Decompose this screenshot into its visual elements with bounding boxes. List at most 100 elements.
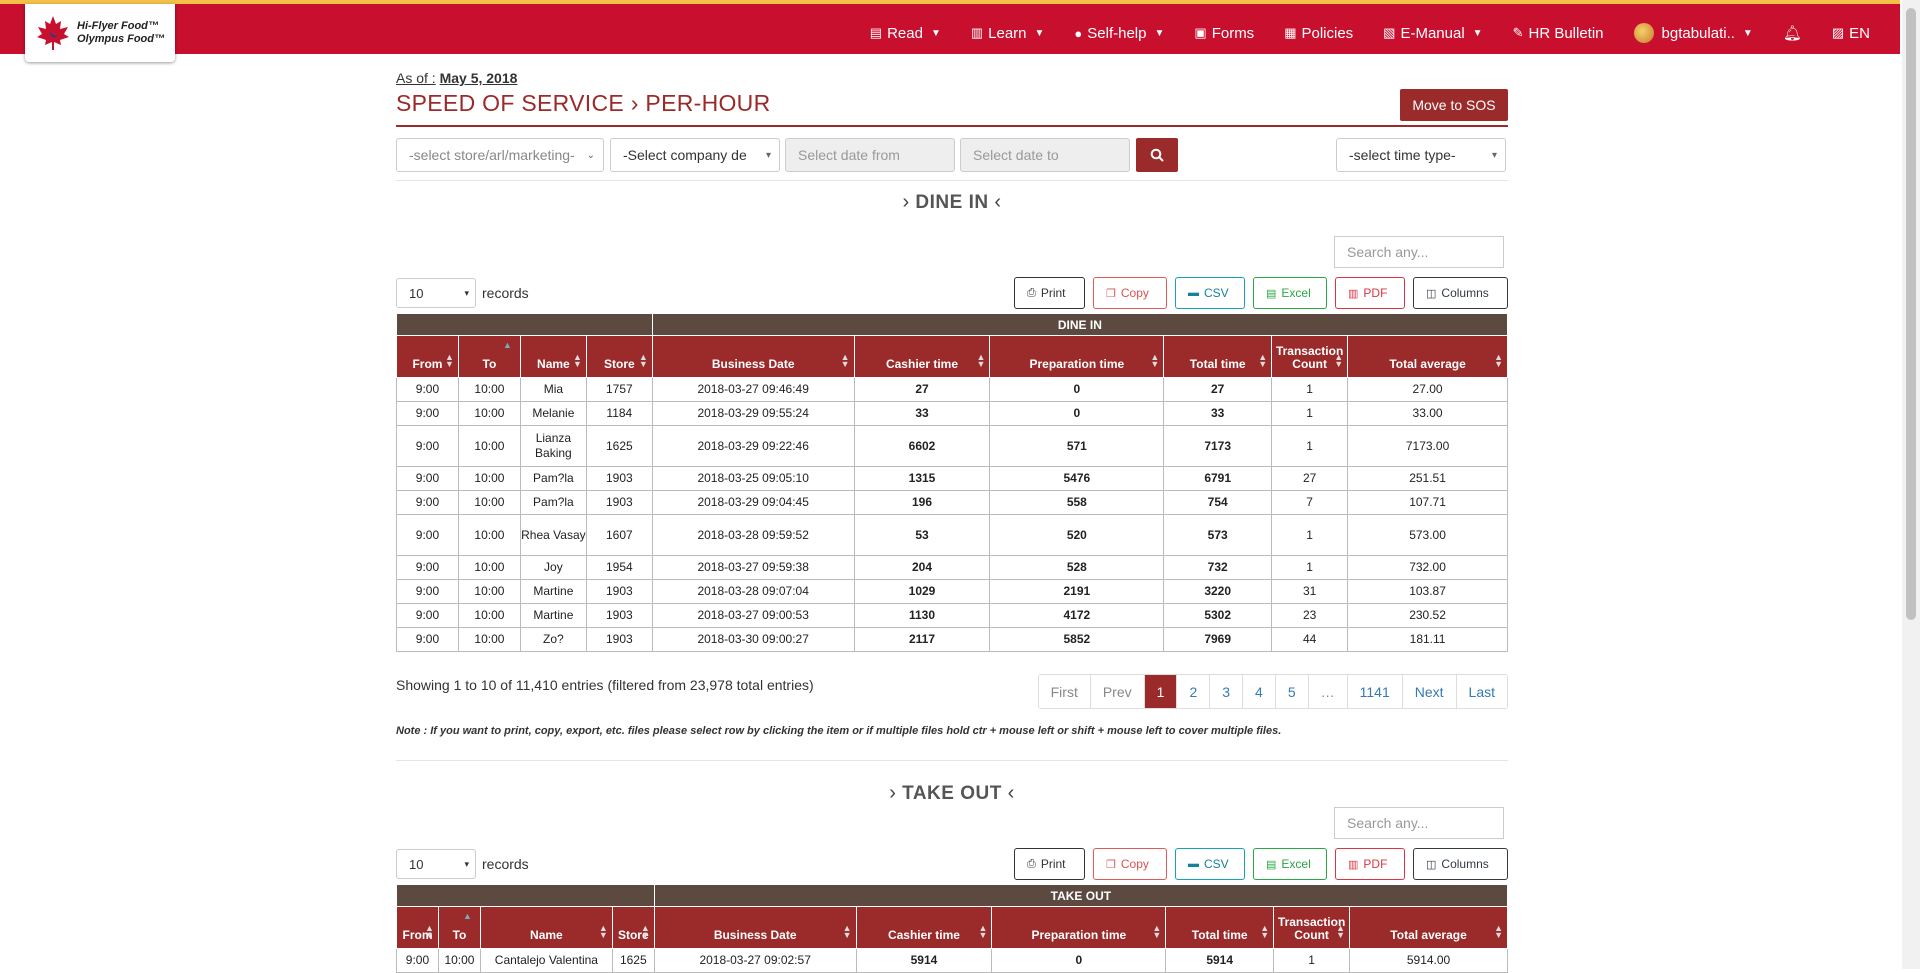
dine-in-pagination: First Prev 1 2 3 4 5… 1141 Next Last: [1037, 674, 1508, 709]
column-header-label: Name: [530, 928, 563, 942]
date-from-input[interactable]: Select date from: [785, 138, 955, 172]
filter-divider: [396, 180, 1508, 181]
column-header[interactable]: To ▲: [437, 906, 481, 949]
pdf-button[interactable]: ▥ PDF: [1335, 277, 1405, 309]
column-header[interactable]: Cashier time ▲ ▼: [853, 335, 991, 378]
column-header[interactable]: Total time ▲ ▼: [1165, 906, 1275, 949]
print-button[interactable]: ⎙ Print: [1014, 277, 1085, 309]
column-header[interactable]: Total average ▲ ▼: [1349, 906, 1508, 949]
page-link[interactable]: 5: [1275, 675, 1309, 708]
page-link[interactable]: 2: [1177, 675, 1211, 708]
excel-button[interactable]: ▤ Excel: [1253, 277, 1327, 309]
column-header[interactable]: Preparation time ▲ ▼: [991, 906, 1167, 949]
column-header[interactable]: Total average ▲ ▼: [1347, 335, 1508, 378]
csv-button[interactable]: ▬ CSV: [1175, 848, 1245, 880]
csv-button[interactable]: ▬ CSV: [1175, 277, 1245, 309]
page-link[interactable]: 3: [1210, 675, 1244, 708]
table-row[interactable]: 9:00 10:00 Martine 1903 2018-03-27 09:00:53 1…: [396, 603, 1508, 628]
chevron-down-icon: ▼: [1154, 27, 1165, 39]
table-row[interactable]: 9:00 10:00 Zo? 1903 2018-03-30 09:00:27 2117 5…: [396, 627, 1508, 652]
page-scrollbar[interactable]: [1902, 0, 1920, 969]
scrollbar-thumb[interactable]: [1906, 8, 1916, 620]
nav-self-help[interactable]: ● Self-help ▼: [1074, 25, 1164, 42]
nav-e-manual[interactable]: ▧ E-Manual ▼: [1383, 25, 1482, 42]
dine-in-search-placeholder: Search any...: [1347, 244, 1429, 260]
records-per-page-select[interactable]: 10 ▾: [396, 278, 476, 308]
excel-button[interactable]: ▤ Excel: [1253, 848, 1327, 880]
nav-read[interactable]: ▤ Read ▼: [870, 25, 941, 42]
table-cell: 0: [989, 401, 1165, 426]
company-select[interactable]: -Select company de ▾: [610, 138, 780, 172]
store-select-value: -select store/arl/marketing-: [409, 147, 575, 163]
column-header[interactable]: Cashier time ▲ ▼: [855, 906, 993, 949]
table-cell: 7173.00: [1347, 425, 1508, 467]
table-cell: 1: [1271, 401, 1349, 426]
page-link[interactable]: 1: [1144, 675, 1178, 708]
table-cell: 754: [1163, 490, 1273, 515]
table-row[interactable]: 9:00 10:00 Martine 1903 2018-03-28 09:07:04 1…: [396, 579, 1508, 604]
take-out-search-input[interactable]: Search any...: [1334, 807, 1504, 839]
table-cell: 6602: [853, 425, 991, 467]
user-menu[interactable]: bgtabulati.. ▼: [1633, 23, 1753, 43]
column-header[interactable]: Business Date ▲ ▼: [651, 335, 855, 378]
nav-policies[interactable]: ▦ Policies: [1284, 25, 1353, 42]
pdf-button[interactable]: ▥ PDF: [1335, 848, 1405, 880]
printer-icon: ⎙: [1027, 857, 1036, 870]
store-select[interactable]: -select store/arl/marketing- ⌄: [396, 138, 604, 172]
column-header[interactable]: From ▲ ▼: [396, 906, 439, 949]
language-switch[interactable]: ▨ EN: [1832, 25, 1870, 42]
nav-hr-bulletin[interactable]: ✎ HR Bulletin: [1513, 25, 1604, 42]
columns-button[interactable]: ◫ Columns: [1413, 848, 1508, 880]
company-logo[interactable]: Hi-Flyer Food™ Olympus Food™: [25, 4, 175, 62]
copy-button[interactable]: ❐ Copy: [1093, 277, 1167, 309]
search-button[interactable]: [1136, 138, 1178, 172]
table-row[interactable]: 9:00 10:00 Melanie 1184 2018-03-29 09:55:24 3…: [396, 401, 1508, 426]
column-header[interactable]: Store ▲ ▼: [611, 906, 655, 949]
notifications-button[interactable]: 🔔︎: [1783, 24, 1802, 42]
nav-learn[interactable]: ▥ Learn ▼: [971, 25, 1045, 42]
page-link[interactable]: 1141: [1347, 675, 1403, 708]
column-header[interactable]: Name ▲ ▼: [479, 906, 613, 949]
table-cell: 1184: [585, 401, 653, 426]
table-row[interactable]: 9:00 10:00 Joy 1954 2018-03-27 09:59:38 204 52…: [396, 555, 1508, 580]
columns-button[interactable]: ◫ Columns: [1413, 277, 1508, 309]
table-cell: 2018-03-30 09:00:27: [651, 627, 855, 652]
table-row[interactable]: 9:00 10:00 Rhea Vasay 1607 2018-03-28 09:59:…: [396, 514, 1508, 556]
date-to-input[interactable]: Select date to: [960, 138, 1130, 172]
excel-file-icon: ▤: [1266, 858, 1277, 871]
page-link[interactable]: Last: [1456, 675, 1507, 708]
column-header[interactable]: Name ▲ ▼: [519, 335, 587, 378]
table-cell: 1903: [585, 490, 653, 515]
column-header[interactable]: From ▲ ▼: [396, 335, 459, 378]
move-to-sos-button[interactable]: Move to SOS: [1400, 89, 1508, 121]
dine-in-search-input[interactable]: Search any...: [1334, 236, 1504, 268]
column-header[interactable]: Total time ▲ ▼: [1163, 335, 1273, 378]
sort-icon: ▲: [502, 340, 512, 350]
table-row[interactable]: 9:00 10:00 Mia 1757 2018-03-27 09:46:49 27 0 27…: [396, 377, 1508, 402]
page-link[interactable]: Next: [1402, 675, 1457, 708]
table-row[interactable]: 9:00 10:00 Lianza Baking 1625 2018-03-29 09:…: [396, 425, 1508, 467]
records-per-page-select[interactable]: 10 ▾: [396, 849, 476, 879]
table-row[interactable]: 9:00 10:00 Pam?la 1903 2018-03-29 09:04:45 19…: [396, 490, 1508, 515]
print-button[interactable]: ⎙ Print: [1014, 848, 1085, 880]
page-link[interactable]: 4: [1243, 675, 1276, 708]
column-header[interactable]: To ▲: [457, 335, 521, 378]
nav-forms[interactable]: ▣ Forms: [1194, 25, 1254, 42]
column-header[interactable]: Transaction Count ▲ ▼: [1271, 335, 1349, 378]
page-link[interactable]: Prev: [1090, 675, 1145, 708]
column-header[interactable]: Transaction Count ▲ ▼: [1273, 906, 1351, 949]
time-type-select[interactable]: -select time type- ▾: [1336, 138, 1506, 172]
copy-button[interactable]: ❐ Copy: [1093, 848, 1167, 880]
excel-label: Excel: [1281, 857, 1311, 871]
printer-icon: ⎙: [1027, 286, 1036, 299]
table-cell: 27: [1271, 466, 1349, 491]
chevron-down-icon: ▾: [464, 858, 469, 869]
column-header[interactable]: Preparation time ▲ ▼: [989, 335, 1165, 378]
table-cell: 33.00: [1347, 401, 1508, 426]
table-cell: 1: [1271, 425, 1349, 467]
column-header[interactable]: Business Date ▲ ▼: [653, 906, 857, 949]
column-header[interactable]: Store ▲ ▼: [585, 335, 653, 378]
sort-icon: ▲ ▼: [1334, 352, 1344, 369]
page-link[interactable]: First: [1038, 675, 1091, 708]
table-row[interactable]: 9:00 10:00 Pam?la 1903 2018-03-25 09:05:10 13…: [396, 466, 1508, 491]
